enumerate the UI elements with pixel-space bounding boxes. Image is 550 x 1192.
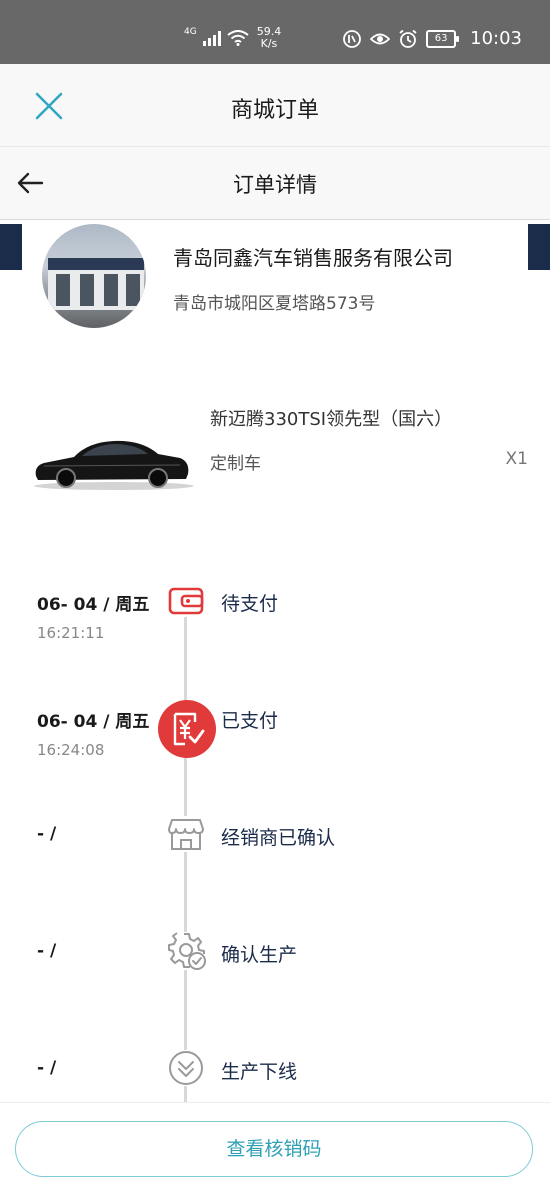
timeline-line bbox=[184, 612, 187, 1102]
do-not-disturb-icon bbox=[343, 29, 362, 48]
view-verification-code-button[interactable]: 查看核销码 bbox=[15, 1121, 533, 1177]
dealer-name: 青岛同鑫汽车销售服务有限公司 bbox=[173, 246, 453, 270]
network-speed: 59.4 K/s bbox=[257, 26, 282, 50]
speed-unit: K/s bbox=[260, 37, 278, 50]
timeline-time: 16:21:11 bbox=[37, 624, 105, 642]
timeline-date: - / bbox=[37, 941, 57, 961]
bottom-action-bar: 查看核销码 bbox=[0, 1102, 550, 1192]
timeline-label: 生产下线 bbox=[221, 1061, 298, 1083]
timeline-label: 待支付 bbox=[221, 593, 279, 615]
product-name: 新迈腾330TSI领先型（国六） bbox=[210, 409, 453, 430]
car-image bbox=[34, 440, 194, 490]
timeline-label: 确认生产 bbox=[221, 944, 298, 966]
status-bar: 4G 59.4 K/s 63 10:03 bbox=[0, 0, 550, 64]
battery-icon: 63 bbox=[426, 29, 460, 48]
timeline-date: 06- 04 / 周五 bbox=[37, 595, 150, 615]
timeline-label: 经销商已确认 bbox=[221, 827, 336, 849]
download-circle-icon bbox=[168, 1050, 204, 1086]
product-quantity: X1 bbox=[505, 449, 528, 469]
dealer-address: 青岛市城阳区夏塔路573号 bbox=[173, 294, 376, 314]
wallet-icon bbox=[168, 585, 204, 617]
dealer-photo bbox=[42, 224, 146, 328]
system-indicators: 63 10:03 bbox=[342, 28, 522, 49]
timeline-date: - / bbox=[37, 824, 57, 844]
window-header: 商城订单 bbox=[0, 64, 550, 147]
network-type: 4G bbox=[184, 27, 197, 37]
product-type: 定制车 bbox=[210, 454, 261, 474]
wifi-icon bbox=[227, 30, 249, 46]
banner-edge-left bbox=[0, 224, 22, 270]
timeline-date: 06- 04 / 周五 bbox=[37, 712, 150, 732]
yuan-check-icon bbox=[158, 700, 216, 758]
timeline-label: 已支付 bbox=[221, 710, 279, 732]
page-header: 订单详情 bbox=[0, 147, 550, 220]
banner-edge-right bbox=[528, 224, 550, 270]
clock: 10:03 bbox=[470, 28, 522, 49]
alarm-icon bbox=[399, 29, 417, 48]
gear-check-icon bbox=[168, 932, 206, 970]
timeline-date: - / bbox=[37, 1058, 57, 1078]
eye-icon bbox=[370, 33, 391, 44]
signal-icon bbox=[202, 30, 221, 46]
store-icon bbox=[168, 816, 204, 852]
network-indicators: 4G 59.4 K/s bbox=[184, 26, 281, 50]
window-title: 商城订单 bbox=[230, 98, 319, 123]
page-title: 订单详情 bbox=[233, 173, 317, 197]
timeline-time: 16:24:08 bbox=[37, 741, 105, 759]
